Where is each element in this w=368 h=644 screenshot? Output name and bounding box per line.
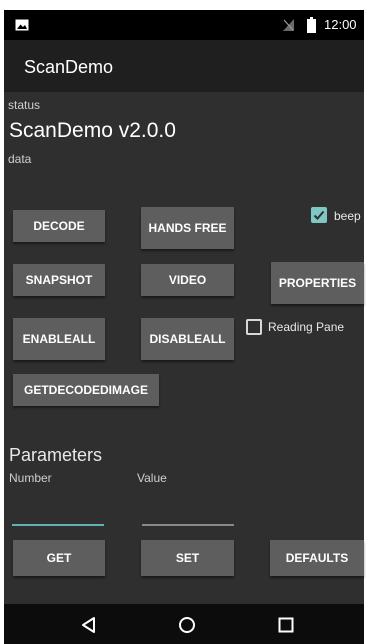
signal-off-icon <box>283 19 294 31</box>
status-bar: 12:00 <box>4 10 364 40</box>
disable-all-button[interactable]: DISABLEALL <box>141 318 234 360</box>
get-decoded-image-button[interactable]: GETDECODEDIMAGE <box>13 374 159 406</box>
snapshot-button[interactable]: SNAPSHOT <box>13 264 105 296</box>
phone-screen: 12:00 ScanDemo status ScanDemo v2.0.0 da… <box>0 0 368 644</box>
parameters-heading: Parameters <box>9 445 103 465</box>
checkmark-icon <box>313 210 325 220</box>
app-title: ScanDemo <box>24 57 114 77</box>
reading-pane-checkbox[interactable] <box>246 319 262 335</box>
app-bar: ScanDemo <box>4 40 364 92</box>
decode-button[interactable]: DECODE <box>13 210 105 242</box>
enable-all-button[interactable]: ENABLEALL <box>13 318 105 360</box>
status-time: 12:00 <box>324 17 357 32</box>
number-input[interactable] <box>12 504 104 526</box>
value-label: Value <box>137 471 167 485</box>
number-label: Number <box>9 471 52 485</box>
back-icon[interactable] <box>80 616 98 634</box>
set-button[interactable]: SET <box>141 540 234 576</box>
defaults-button[interactable]: DEFAULTS <box>270 540 364 576</box>
battery-icon <box>307 17 316 33</box>
value-input[interactable] <box>142 504 234 526</box>
version-text: ScanDemo v2.0.0 <box>9 119 176 142</box>
image-icon <box>15 19 29 31</box>
main-content: status ScanDemo v2.0.0 data DECODE HANDS… <box>4 92 364 604</box>
beep-checkbox[interactable] <box>311 207 327 223</box>
properties-button[interactable]: PROPERTIES <box>271 262 364 304</box>
beep-label: beep <box>334 209 361 223</box>
recents-icon[interactable] <box>277 616 295 634</box>
reading-pane-label: Reading Pane <box>268 320 345 334</box>
video-button[interactable]: VIDEO <box>141 264 234 296</box>
home-icon[interactable] <box>178 616 196 634</box>
data-label: data <box>8 152 32 166</box>
hands-free-button[interactable]: HANDS FREE <box>141 207 234 249</box>
status-label: status <box>8 98 41 112</box>
navigation-bar <box>4 604 364 644</box>
get-button[interactable]: GET <box>13 540 105 576</box>
